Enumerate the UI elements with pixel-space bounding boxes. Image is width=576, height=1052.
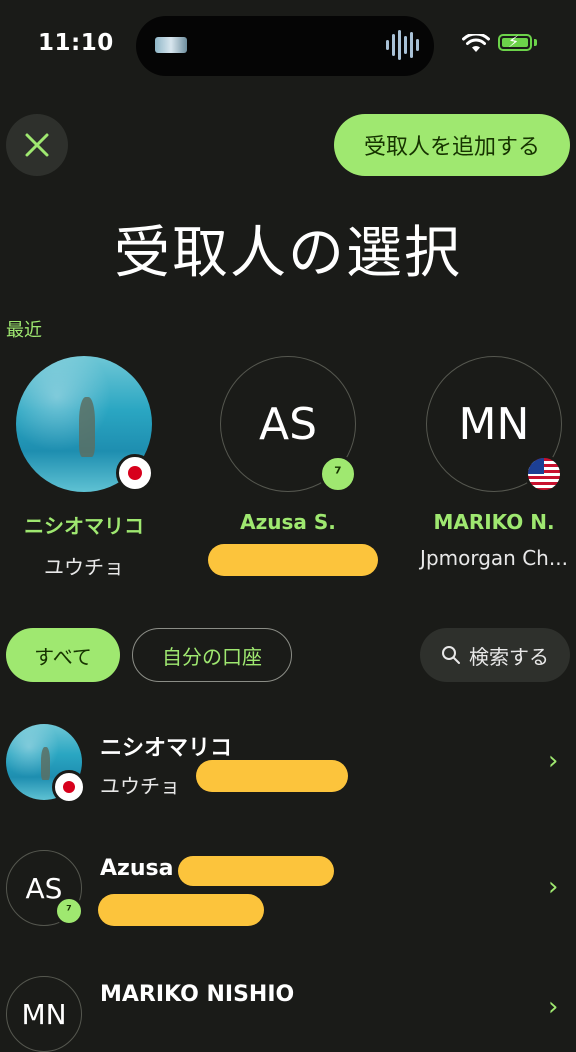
- chevron-right-icon: ›: [548, 872, 559, 902]
- jp-flag-icon: [52, 770, 86, 804]
- search-icon: [442, 646, 460, 664]
- redaction-mark: [98, 894, 264, 926]
- recipient-name: ニシオマリコ: [100, 736, 233, 761]
- avatar-initials-text: AS: [258, 398, 318, 450]
- page-title: 受取人の選択: [114, 221, 462, 286]
- search-label: 検索する: [469, 644, 549, 669]
- close-button[interactable]: [6, 114, 68, 176]
- us-flag-icon: [525, 455, 563, 493]
- recent-recipient-name: Azusa S.: [240, 510, 336, 534]
- filter-own-accounts-chip[interactable]: 自分の口座: [132, 628, 292, 682]
- redaction-mark: [178, 856, 334, 886]
- avatar-initials: AS ⁷: [220, 356, 357, 493]
- avatar-initials-text: MN: [458, 398, 530, 450]
- wise-icon: ⁷: [319, 455, 357, 493]
- recipient-row-3[interactable]: MN MARIKO NISHIO ›: [0, 974, 576, 1052]
- redaction-mark: [208, 544, 378, 576]
- avatar-initials-text: AS: [25, 871, 63, 905]
- recent-recipient-3[interactable]: MN MARIKO N. Jpmorgan Ch...: [404, 356, 576, 570]
- recipient-bank: ユウチョ: [100, 774, 180, 798]
- wifi-icon: [462, 34, 490, 52]
- avatar-initials: MN: [6, 976, 82, 1052]
- recent-recipient-2[interactable]: AS ⁷ Azusa S.: [198, 356, 378, 570]
- recent-recipient-bank: ユウチョ: [44, 555, 124, 579]
- wise-icon: ⁷: [54, 896, 84, 926]
- filter-all-chip[interactable]: すべて: [6, 628, 120, 682]
- status-time: 11:10: [38, 30, 114, 56]
- recent-section-label: 最近: [6, 320, 42, 341]
- add-recipient-button[interactable]: 受取人を追加する: [334, 114, 570, 176]
- chevron-right-icon: ›: [548, 992, 559, 1022]
- jp-flag-icon: [116, 454, 154, 492]
- recent-recipient-bank: Jpmorgan Ch...: [420, 546, 568, 570]
- recent-recipient-name: MARIKO N.: [433, 510, 555, 534]
- recent-recipient-1[interactable]: ニシオマリコ ユウチョ: [0, 356, 174, 580]
- now-playing-thumbnail: [155, 37, 187, 53]
- battery-tip: [534, 39, 537, 46]
- audio-wave-icon: [386, 28, 420, 62]
- avatar-initials: MN: [426, 356, 563, 493]
- chevron-right-icon: ›: [548, 746, 559, 776]
- recipient-name: Azusa: [100, 856, 174, 881]
- recipient-name: MARIKO NISHIO: [100, 982, 295, 1007]
- search-button[interactable]: 検索する: [420, 628, 570, 682]
- avatar-photo: [16, 356, 154, 492]
- recent-recipient-name: ニシオマリコ: [24, 514, 144, 538]
- redaction-mark: [196, 760, 348, 792]
- close-icon: [25, 133, 49, 157]
- avatar-initials-text: MN: [21, 997, 67, 1031]
- charging-icon: ⚡: [508, 32, 520, 51]
